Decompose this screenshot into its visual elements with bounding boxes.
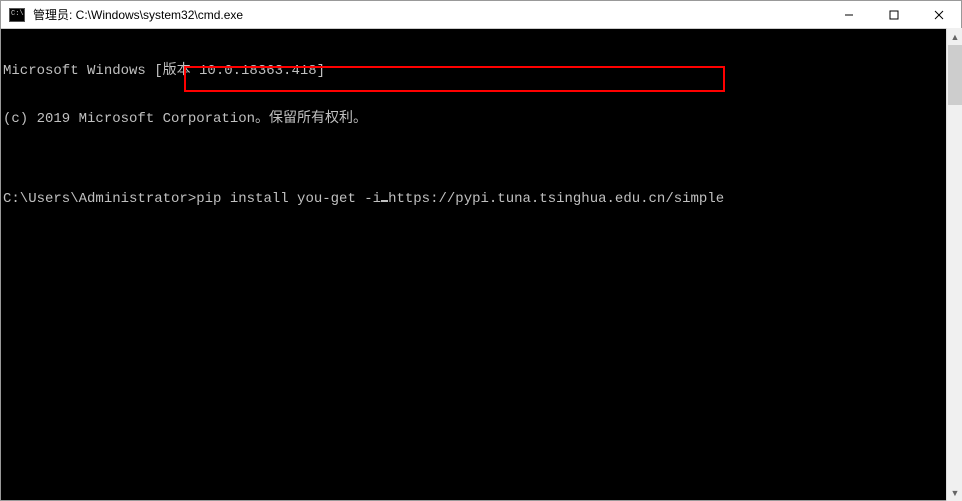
- window-title: 管理员: C:\Windows\system32\cmd.exe: [33, 6, 826, 23]
- titlebar[interactable]: 管理员: C:\Windows\system32\cmd.exe: [1, 1, 961, 29]
- close-button[interactable]: [916, 1, 961, 28]
- scroll-thumb[interactable]: [948, 45, 962, 105]
- window-controls: [826, 1, 961, 28]
- terminal-line: (c) 2019 Microsoft Corporation。保留所有权利。: [3, 111, 959, 127]
- cmd-window: 管理员: C:\Windows\system32\cmd.exe Microso…: [0, 0, 962, 501]
- terminal-prompt-line: C:\Users\Administrator>pip install you-g…: [3, 191, 959, 207]
- text-cursor: [381, 200, 388, 202]
- vertical-scrollbar[interactable]: ▲ ▼: [946, 28, 962, 501]
- maximize-button[interactable]: [871, 1, 916, 28]
- prompt-text: C:\Users\Administrator>: [3, 191, 196, 207]
- scroll-down-arrow-icon[interactable]: ▼: [947, 484, 962, 501]
- terminal-area[interactable]: Microsoft Windows [版本 10.0.18363.418] (c…: [1, 29, 961, 500]
- scroll-up-arrow-icon[interactable]: ▲: [947, 28, 962, 45]
- minimize-button[interactable]: [826, 1, 871, 28]
- command-text: pip install you-get -i: [196, 191, 381, 207]
- cmd-icon: [7, 5, 27, 25]
- terminal-line: Microsoft Windows [版本 10.0.18363.418]: [3, 63, 959, 79]
- command-text: https://pypi.tuna.tsinghua.edu.cn/simple: [388, 191, 724, 207]
